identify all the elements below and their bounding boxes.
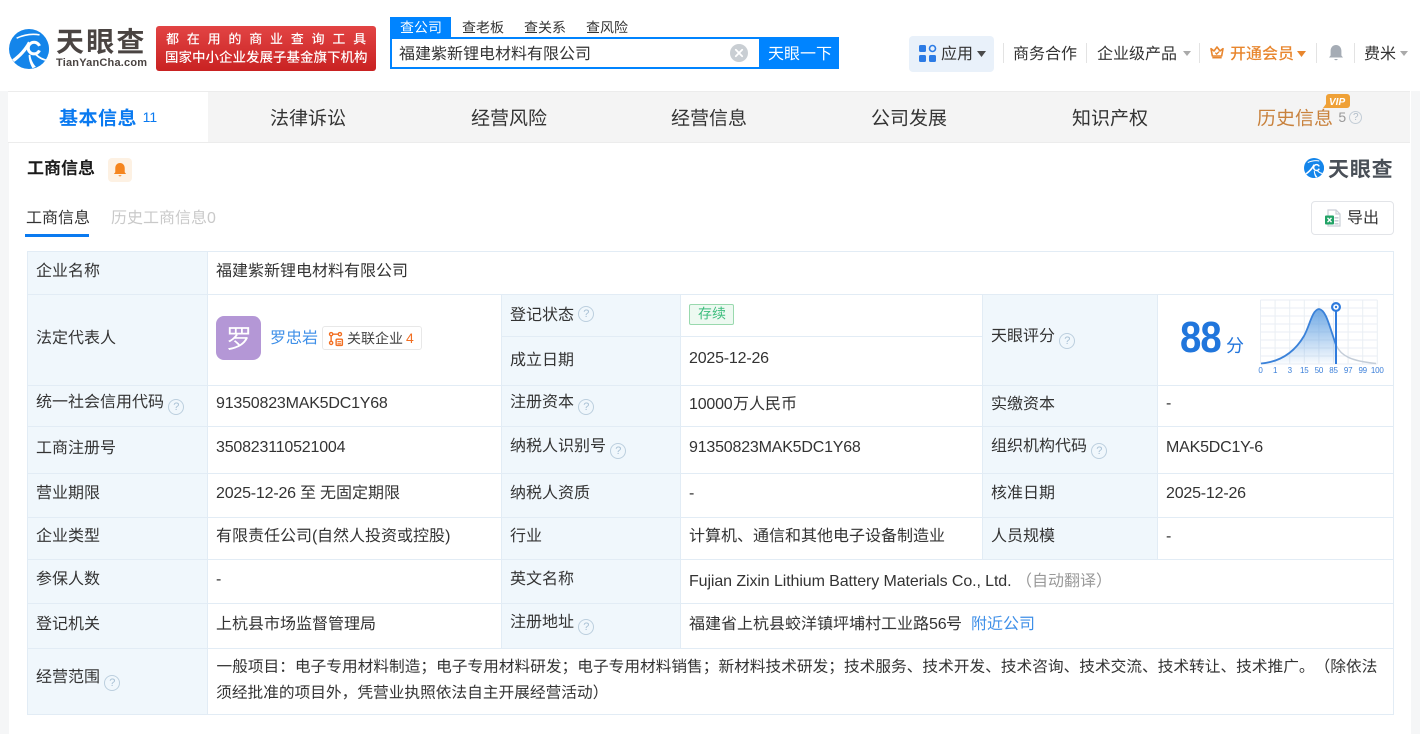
svg-text:97: 97 [1344, 366, 1353, 375]
svg-text:15: 15 [1300, 366, 1309, 375]
svg-text:100: 100 [1371, 366, 1384, 375]
svg-text:1: 1 [1273, 366, 1278, 375]
svg-text:50: 50 [1315, 366, 1324, 375]
svg-text:99: 99 [1358, 366, 1367, 375]
svg-text:3: 3 [1288, 366, 1293, 375]
svg-text:0: 0 [1258, 366, 1263, 375]
svg-text:85: 85 [1329, 366, 1338, 375]
svg-text:VIP: VIP [1329, 97, 1345, 108]
